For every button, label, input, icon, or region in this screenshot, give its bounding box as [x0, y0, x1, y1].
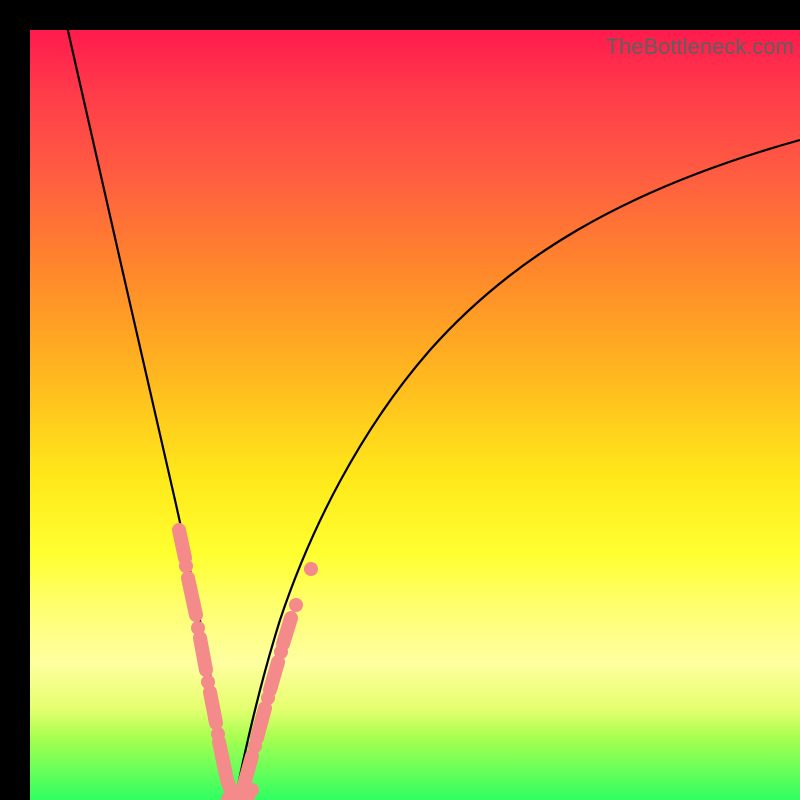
right-curve — [235, 140, 800, 800]
chart-frame: TheBottleneck.com — [0, 0, 800, 800]
left-markers — [179, 530, 234, 800]
chart-svg — [30, 30, 800, 800]
right-markers — [242, 562, 318, 792]
plot-area: TheBottleneck.com — [30, 30, 800, 800]
